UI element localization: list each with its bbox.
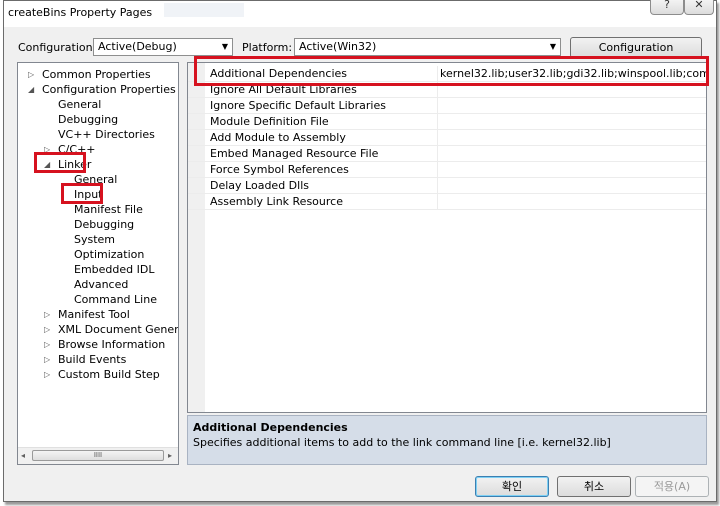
column-divider [437,194,438,210]
platform-dropdown[interactable]: Active(Win32) ▼ [294,38,561,56]
scroll-right-icon[interactable]: ▸ [168,451,172,460]
tree-item-custom-build-step[interactable]: Custom Build Step [58,367,160,382]
column-divider [437,162,438,178]
tree-item-build-events[interactable]: Build Events [58,352,126,367]
tree-item-optimization[interactable]: Optimization [74,247,144,262]
collapsed-arrow-icon[interactable]: ▷ [28,70,34,79]
configuration-manager-button[interactable]: Configuration Manager... [570,37,702,73]
property-name: Delay Loaded Dlls [210,179,309,192]
collapsed-arrow-icon[interactable]: ▷ [44,370,50,379]
property-row-force-symbol-references[interactable]: Force Symbol References [188,162,706,178]
ok-button[interactable]: 확인 [475,476,549,497]
property-name: Force Symbol References [210,163,349,176]
background-window-ghost [164,3,244,17]
collapsed-arrow-icon[interactable]: ▷ [44,325,50,334]
cancel-button[interactable]: 취소 [557,476,631,497]
collapsed-arrow-icon[interactable]: ▷ [44,310,50,319]
linker-highlight [34,152,86,173]
tree-item-vc-directories[interactable]: VC++ Directories [58,127,155,142]
property-row-embed-managed-resource-file[interactable]: Embed Managed Resource File [188,146,706,162]
property-name: Ignore Specific Default Libraries [210,99,386,112]
column-divider [437,130,438,146]
additional-dependencies-highlight [194,56,709,86]
collapsed-arrow-icon[interactable]: ▷ [44,340,50,349]
tree-item-xml-document-generator[interactable]: XML Document Generator [58,322,178,337]
window-title: createBins Property Pages [8,6,153,19]
tree-item-debugging[interactable]: Debugging [74,217,134,232]
column-divider [437,178,438,194]
property-name: Add Module to Assembly [210,131,346,144]
column-divider [437,146,438,162]
tree-horizontal-scrollbar[interactable]: ◂ IIII ▸ [18,447,178,464]
configuration-value: Active(Debug) [98,40,177,53]
scroll-thumb-grip: IIII [93,451,103,459]
scroll-left-icon[interactable]: ◂ [21,451,25,460]
collapsed-arrow-icon[interactable]: ▷ [44,355,50,364]
property-pages-window: createBins Property Pages ? ✕ Configurat… [3,0,717,502]
help-icon: ? [664,0,670,11]
tree-item-common-properties[interactable]: Common Properties [42,67,151,82]
title-bar: createBins Property Pages ? ✕ [4,0,716,27]
property-row-ignore-specific-default-libraries[interactable]: Ignore Specific Default Libraries [188,98,706,114]
close-button[interactable]: ✕ [684,0,714,15]
property-row-add-module-to-assembly[interactable]: Add Module to Assembly [188,130,706,146]
configuration-dropdown[interactable]: Active(Debug) ▼ [93,38,233,56]
platform-value: Active(Win32) [299,40,377,53]
property-name: Module Definition File [210,115,329,128]
property-grid: Additional Dependencies kernel32.lib;user… [187,62,707,413]
description-title: Additional Dependencies [193,421,348,434]
chevron-down-icon: ▼ [221,42,228,51]
property-name: Assembly Link Resource [210,195,343,208]
description-text: Specifies additional items to add to the… [193,436,611,449]
tree-item-configuration-properties[interactable]: Configuration Properties [42,82,176,97]
tree-item-browse-information[interactable]: Browse Information [58,337,165,352]
configuration-label: Configuration: [18,41,97,54]
description-panel: Additional Dependencies Specifies additi… [187,415,707,465]
chevron-down-icon: ▼ [549,42,556,51]
tree-item-advanced[interactable]: Advanced [74,277,128,292]
tree-item-manifest-tool[interactable]: Manifest Tool [58,307,130,322]
input-highlight [61,183,103,204]
property-tree: ▷ Common Properties ◢ Configuration Propert… [17,62,179,465]
help-button[interactable]: ? [650,0,684,15]
tree-item-debugging[interactable]: Debugging [58,112,118,127]
tree-item-command-line[interactable]: Command Line [74,292,157,307]
apply-button[interactable]: 적용(A) [635,476,709,497]
expanded-arrow-icon[interactable]: ◢ [28,85,34,94]
close-icon: ✕ [694,0,704,11]
tree-item-general[interactable]: General [58,97,101,112]
tree-item-system[interactable]: System [74,232,115,247]
scroll-thumb[interactable]: IIII [32,450,164,461]
tree-item-manifest-file[interactable]: Manifest File [74,202,143,217]
tree-item-embedded-idl[interactable]: Embedded IDL [74,262,154,277]
column-divider [437,114,438,130]
column-divider [437,98,438,114]
property-row-assembly-link-resource[interactable]: Assembly Link Resource [188,194,706,210]
platform-label: Platform: [242,41,293,54]
property-row-module-definition-file[interactable]: Module Definition File [188,114,706,130]
property-name: Embed Managed Resource File [210,147,379,160]
property-row-delay-loaded-dlls[interactable]: Delay Loaded Dlls [188,178,706,194]
